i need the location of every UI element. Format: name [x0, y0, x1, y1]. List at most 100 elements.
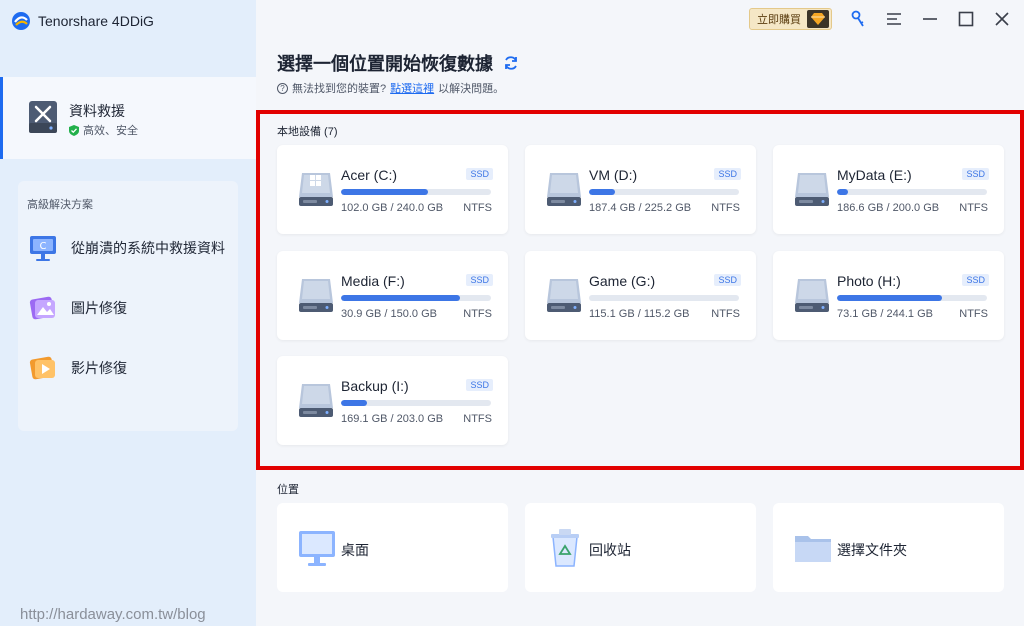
drive-size: 102.0 GB / 240.0 GB	[341, 202, 444, 214]
usage-bar-fill	[837, 189, 848, 195]
close-icon[interactable]	[992, 9, 1012, 29]
usage-bar	[837, 295, 987, 301]
drive-size: 115.1 GB / 115.2 GB	[589, 308, 690, 320]
location-select-folder-label: 選擇文件夾	[837, 542, 907, 558]
usage-bar-fill	[589, 189, 615, 195]
drive-filesystem: NTFS	[711, 202, 740, 214]
shield-check-icon	[69, 124, 79, 136]
location-desktop[interactable]: 桌面	[277, 503, 508, 592]
key-icon[interactable]	[848, 9, 868, 29]
crashed-system-label: 從崩潰的系統中救援資料	[71, 240, 225, 256]
help-prefix: 無法找到您的裝置?	[292, 83, 387, 95]
drive-filesystem: NTFS	[959, 202, 988, 214]
location-select-folder[interactable]: 選擇文件夾	[773, 503, 1004, 592]
drive-type-badge: SSD	[962, 168, 989, 180]
recycle-bin-icon	[551, 529, 579, 567]
hard-drive-icon	[547, 173, 581, 206]
hard-drive-icon	[299, 384, 333, 417]
drive-card[interactable]: Backup (I:) SSD 169.1 GB / 203.0 GB NTFS	[277, 356, 508, 445]
drive-name: MyData (E:)	[837, 167, 912, 183]
nav-subtitle-text: 高效、安全	[83, 125, 138, 137]
nav-subtitle: 高效、安全	[69, 122, 138, 138]
drive-card[interactable]: Media (F:) SSD 30.9 GB / 150.0 GB NTFS	[277, 251, 508, 340]
sidebar-item-data-recovery[interactable]: 資料救援 高效、安全	[0, 77, 256, 159]
drive-type-badge: SSD	[466, 168, 493, 180]
usage-bar-fill	[341, 189, 428, 195]
drive-name: Game (G:)	[589, 273, 656, 289]
drive-size: 186.6 GB / 200.0 GB	[837, 202, 940, 214]
minimize-icon[interactable]	[920, 9, 940, 29]
drive-name: Acer (C:)	[341, 167, 397, 183]
hard-drive-icon	[795, 173, 829, 206]
usage-bar-fill	[341, 295, 460, 301]
drive-filesystem: NTFS	[711, 308, 740, 320]
active-indicator	[0, 77, 3, 159]
advanced-solutions-title: 高級解決方案	[27, 199, 93, 211]
help-link[interactable]: 點選這裡	[390, 80, 434, 96]
location-desktop-label: 桌面	[341, 542, 369, 558]
menu-icon[interactable]	[884, 9, 904, 29]
drive-card[interactable]: MyData (E:) SSD 186.6 GB / 200.0 GB NTFS	[773, 145, 1004, 234]
drive-filesystem: NTFS	[463, 202, 492, 214]
watermark: http://hardaway.com.tw/blog	[20, 606, 206, 623]
main-panel: 立即購買 選擇一個位置開始恢復數據 ? 無法找到您的裝置? 點選這裡 以解決問題…	[256, 0, 1024, 626]
photo-repair-label: 圖片修復	[71, 300, 127, 316]
svg-text:C: C	[40, 241, 47, 252]
drive-name: Backup (I:)	[341, 378, 409, 394]
usage-bar-fill	[341, 400, 367, 406]
buy-now-button[interactable]: 立即購買	[749, 8, 832, 30]
drive-card[interactable]: Photo (H:) SSD 73.1 GB / 244.1 GB NTFS	[773, 251, 1004, 340]
usage-bar	[341, 295, 491, 301]
monitor-icon	[299, 531, 335, 566]
drive-card[interactable]: Acer (C:) SSD 102.0 GB / 240.0 GB NTFS	[277, 145, 508, 234]
drive-filesystem: NTFS	[463, 413, 492, 425]
crashed-computer-icon: C	[30, 236, 56, 261]
local-devices-label: 本地設備 (7)	[277, 126, 338, 138]
usage-bar	[837, 189, 987, 195]
refresh-icon[interactable]	[503, 55, 519, 71]
nav-title: 資料救援	[69, 103, 125, 119]
drive-filesystem: NTFS	[463, 308, 492, 320]
drive-card[interactable]: Game (G:) SSD 115.1 GB / 115.2 GB NTFS	[525, 251, 756, 340]
drive-name: Photo (H:)	[837, 273, 901, 289]
usage-bar	[589, 189, 739, 195]
question-icon: ?	[277, 82, 288, 94]
buy-now-label: 立即購買	[757, 14, 801, 26]
usage-bar	[341, 400, 491, 406]
maximize-icon[interactable]	[956, 9, 976, 29]
sidebar-item-crashed-system[interactable]: C 從崩潰的系統中救援資料	[27, 232, 225, 264]
drive-name: VM (D:)	[589, 167, 638, 183]
page-title: 選擇一個位置開始恢復數據	[277, 50, 519, 76]
sidebar-item-video-repair[interactable]: 影片修復	[27, 352, 127, 384]
drive-size: 73.1 GB / 244.1 GB	[837, 308, 934, 320]
drive-name: Media (F:)	[341, 273, 405, 289]
drive-type-badge: SSD	[466, 379, 493, 391]
drive-type-badge: SSD	[714, 168, 741, 180]
drive-size: 169.1 GB / 203.0 GB	[341, 413, 444, 425]
hard-drive-icon	[299, 279, 333, 312]
video-repair-icon	[29, 356, 55, 380]
folder-icon	[795, 536, 831, 562]
location-recycle-bin[interactable]: 回收站	[525, 503, 756, 592]
drive-type-badge: SSD	[962, 274, 989, 286]
drive-card[interactable]: VM (D:) SSD 187.4 GB / 225.2 GB NTFS	[525, 145, 756, 234]
drive-size: 30.9 GB / 150.0 GB	[341, 308, 438, 320]
location-label: 位置	[277, 484, 299, 496]
help-suffix: 以解決問題。	[438, 83, 505, 95]
advanced-solutions-panel: 高級解決方案 C 從崩潰的系統中救援資料 圖片修復 影片修復	[18, 181, 238, 431]
location-recycle-bin-label: 回收站	[589, 542, 631, 558]
diamond-icon	[807, 10, 829, 28]
drive-size: 187.4 GB / 225.2 GB	[589, 202, 692, 214]
app-logo-icon	[12, 12, 30, 30]
sidebar: Tenorshare 4DDiG 資料救援 高效、安全 高級解決方案 C 從崩潰…	[0, 0, 256, 626]
drive-filesystem: NTFS	[959, 308, 988, 320]
usage-bar	[589, 295, 739, 301]
hard-drive-icon	[547, 279, 581, 312]
app-title: Tenorshare 4DDiG	[38, 13, 154, 29]
photo-repair-icon	[29, 296, 55, 320]
page-title-text: 選擇一個位置開始恢復數據	[277, 54, 493, 74]
sidebar-item-photo-repair[interactable]: 圖片修復	[27, 292, 127, 324]
usage-bar	[341, 189, 491, 195]
drive-type-badge: SSD	[714, 274, 741, 286]
hard-drive-icon	[795, 279, 829, 312]
